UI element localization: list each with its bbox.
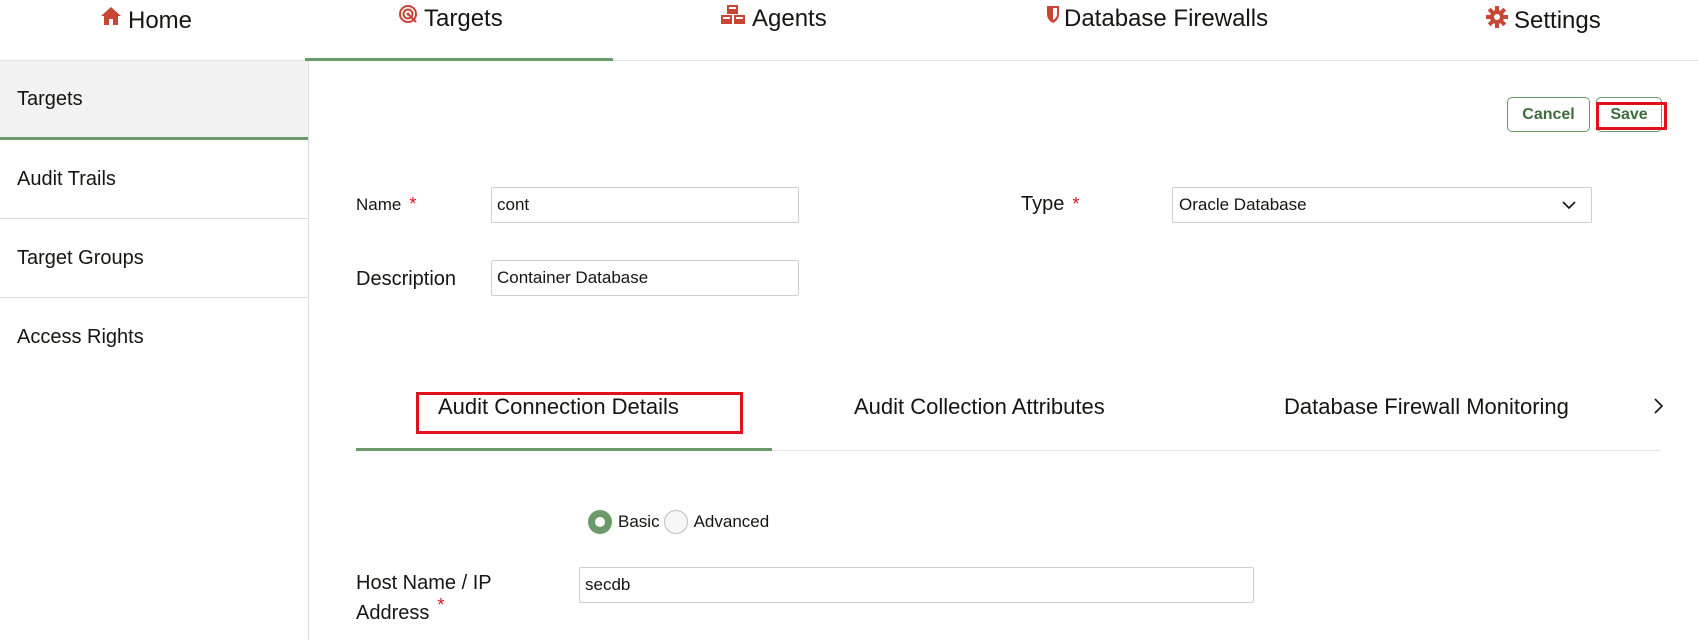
tab-database-firewall-monitoring[interactable]: Database Firewall Monitoring (1284, 394, 1569, 420)
tab-audit-connection-details[interactable]: Audit Connection Details (438, 394, 679, 420)
nav-database-firewalls-label: Database Firewalls (1064, 5, 1269, 32)
sidebar-item-label: Audit Trails (17, 167, 116, 190)
advanced-radio[interactable] (663, 510, 688, 534)
type-label: Type (1021, 193, 1065, 215)
target-icon (398, 4, 418, 24)
name-input[interactable] (491, 187, 799, 223)
sidebar-item-audit-trails[interactable]: Audit Trails (0, 140, 308, 219)
description-label: Description (356, 268, 457, 290)
nav-home-label: Home (128, 7, 193, 34)
advanced-radio-label[interactable]: Advanced (694, 512, 770, 532)
basic-radio-label[interactable]: Basic (618, 512, 660, 532)
sidebar-item-targets[interactable]: Targets (0, 61, 308, 140)
connection-mode-group: Basic Advanced (588, 510, 769, 534)
gear-icon (1486, 6, 1508, 28)
sidebar-item-access-rights[interactable]: Access Rights (0, 298, 308, 377)
shield-icon (1046, 4, 1060, 24)
sidebar: Targets Audit Trails Target Groups Acces… (0, 61, 309, 640)
basic-radio[interactable] (588, 510, 612, 534)
tab-audit-collection-attributes[interactable]: Audit Collection Attributes (854, 394, 1105, 420)
host-input[interactable] (579, 567, 1254, 603)
sidebar-item-label: Target Groups (17, 246, 144, 269)
save-button[interactable]: Save (1596, 97, 1662, 132)
name-label-row: Name * (356, 194, 416, 215)
nav-database-firewalls[interactable]: Database Firewalls (1046, 0, 1286, 61)
required-mark: * (409, 194, 417, 214)
agents-icon (720, 4, 746, 26)
type-label-row: Type * (1021, 193, 1079, 216)
chevron-right-icon[interactable] (1652, 396, 1666, 416)
description-input[interactable] (491, 260, 799, 296)
name-label: Name (356, 195, 402, 214)
nav-targets-label: Targets (424, 5, 503, 32)
nav-settings-label: Settings (1514, 7, 1601, 34)
required-mark: * (437, 595, 445, 615)
host-label-line1: Host Name / IP (356, 572, 492, 594)
host-label: Host Name / IP Address * (356, 568, 492, 628)
required-mark: * (1072, 194, 1080, 214)
sidebar-item-label: Targets (17, 87, 83, 110)
nav-settings[interactable]: Settings (1486, 0, 1616, 61)
nav-agents[interactable]: Agents (720, 0, 850, 61)
top-navigation: Home Targets Agents Database Firewalls S… (0, 0, 1698, 61)
active-tab-indicator (356, 448, 772, 451)
type-select-value: Oracle Database (1179, 195, 1307, 214)
sidebar-item-label: Access Rights (17, 326, 144, 348)
host-label-line2: Address (356, 602, 430, 624)
nav-home[interactable]: Home (100, 0, 220, 61)
cancel-button[interactable]: Cancel (1507, 97, 1590, 132)
sidebar-item-target-groups[interactable]: Target Groups (0, 219, 308, 298)
home-icon (100, 6, 122, 26)
nav-targets[interactable]: Targets (305, 0, 613, 61)
type-select[interactable]: Oracle Database (1172, 187, 1592, 223)
nav-agents-label: Agents (752, 5, 827, 32)
chevron-down-icon (1561, 196, 1577, 219)
